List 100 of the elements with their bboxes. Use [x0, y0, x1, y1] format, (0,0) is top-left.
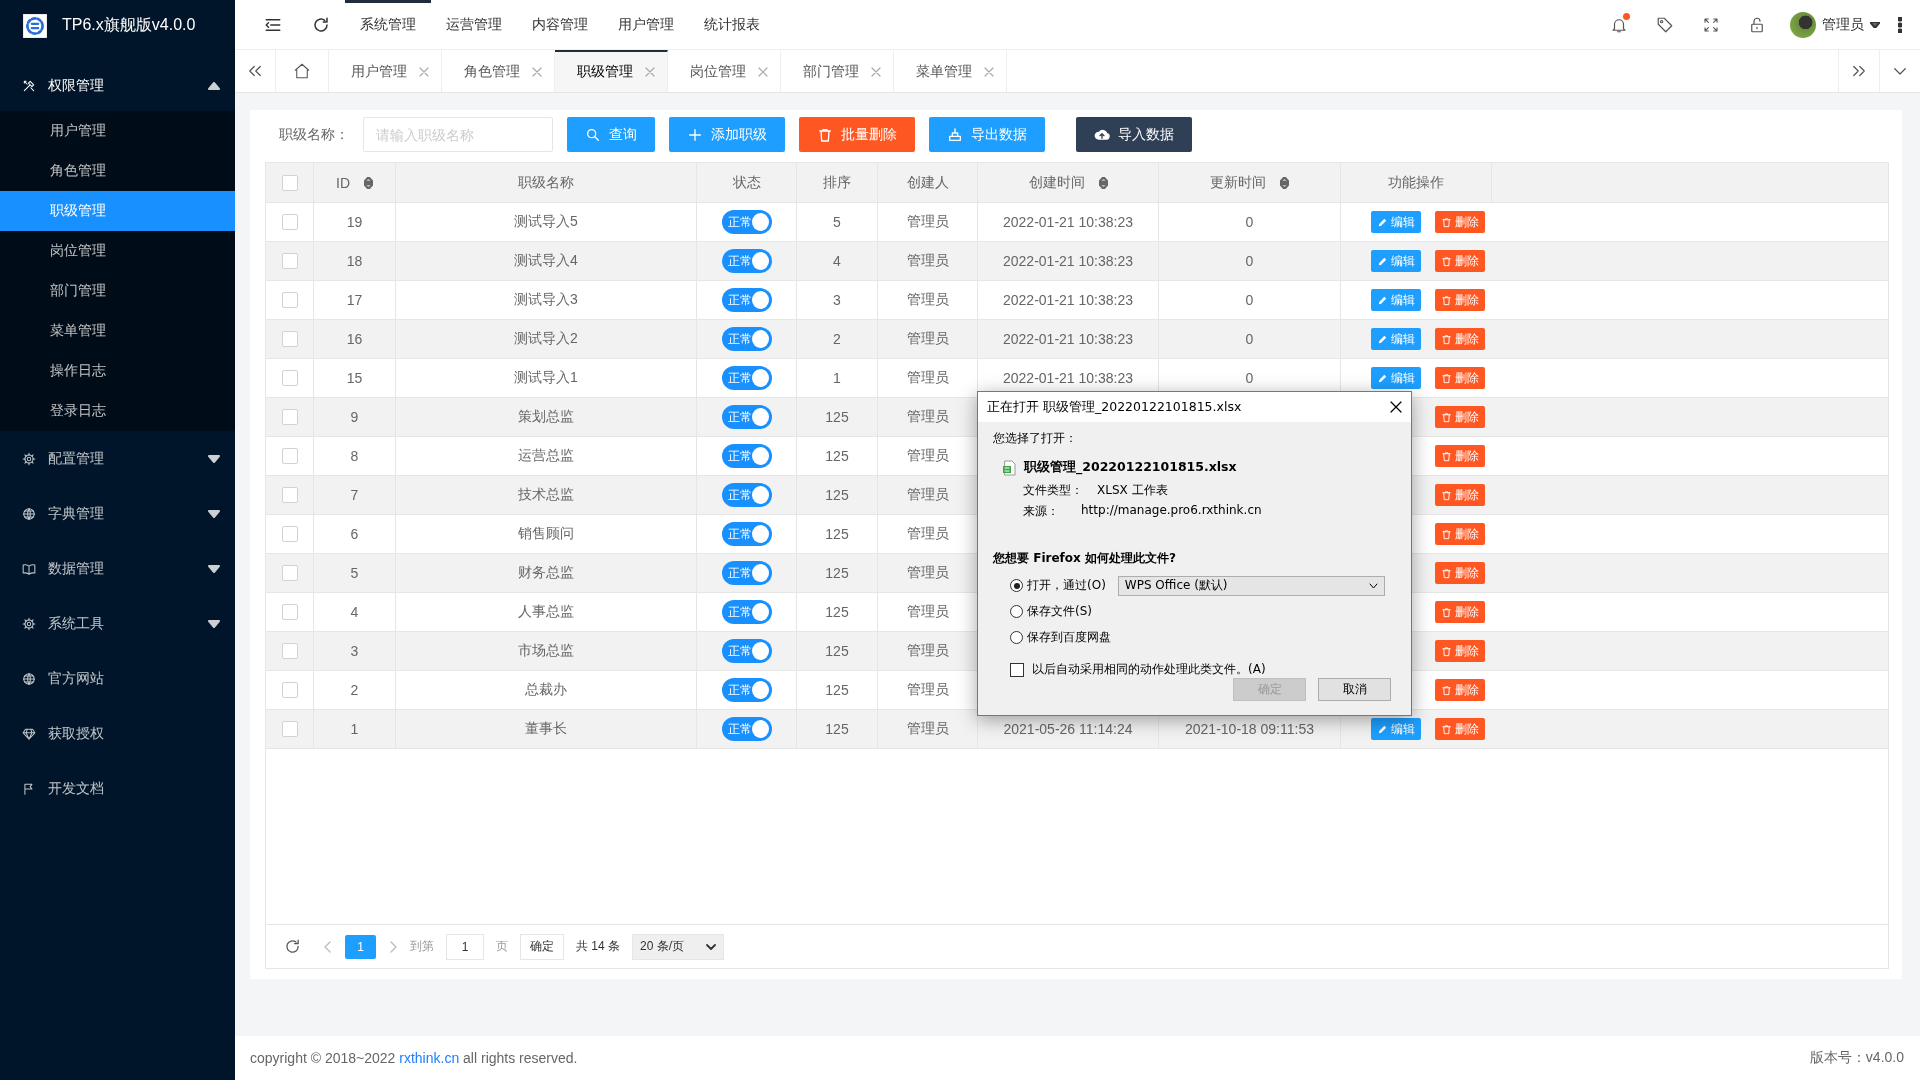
site-link[interactable]: rxthink.cn [399, 1050, 460, 1066]
checkbox-label[interactable]: 以后自动采用相同的动作处理此类文件。(A) [1032, 661, 1266, 678]
add-button[interactable]: 添加职级 [669, 117, 785, 152]
delete-button[interactable]: 删除 [1435, 328, 1485, 350]
sidebar-subitem[interactable]: 岗位管理 [0, 231, 235, 271]
refresh-icon[interactable] [284, 938, 301, 955]
status-toggle[interactable]: 正常 [721, 678, 772, 702]
sidebar-menu-item[interactable]: 字典管理 [0, 486, 235, 541]
close-icon[interactable] [1390, 401, 1402, 413]
status-toggle[interactable]: 正常 [721, 600, 772, 624]
page-button[interactable]: 1 [345, 934, 376, 959]
sidebar-menu-item[interactable]: 开发文档 [0, 761, 235, 816]
row-checkbox[interactable] [281, 682, 298, 698]
sidebar-subitem[interactable]: 菜单管理 [0, 311, 235, 351]
sidebar-menu-item[interactable]: 官方网站 [0, 651, 235, 706]
sidebar-menu-item[interactable]: 配置管理 [0, 431, 235, 486]
status-toggle[interactable]: 正常 [721, 249, 772, 273]
sidebar-subitem[interactable]: 部门管理 [0, 271, 235, 311]
search-button[interactable]: 查询 [567, 117, 655, 152]
more-icon[interactable] [1898, 16, 1902, 33]
sidebar-subitem[interactable]: 登录日志 [0, 391, 235, 431]
edit-button[interactable]: 编辑 [1371, 250, 1421, 272]
row-checkbox[interactable] [281, 253, 298, 269]
user-name[interactable]: 管理员 [1822, 15, 1864, 34]
delete-button[interactable]: 删除 [1435, 562, 1485, 584]
refresh-icon[interactable] [312, 15, 330, 34]
delete-button[interactable]: 删除 [1435, 718, 1485, 740]
delete-button[interactable]: 删除 [1435, 484, 1485, 506]
status-toggle[interactable]: 正常 [721, 561, 772, 585]
sidebar-menu-item[interactable]: 权限管理 [0, 61, 235, 111]
row-checkbox[interactable] [281, 409, 298, 425]
edit-button[interactable]: 编辑 [1371, 289, 1421, 311]
sidebar-subitem[interactable]: 操作日志 [0, 351, 235, 391]
top-nav-item[interactable]: 内容管理 [517, 0, 603, 49]
status-toggle[interactable]: 正常 [721, 405, 772, 429]
edit-button[interactable]: 编辑 [1371, 367, 1421, 389]
radio-label[interactable]: 保存文件(S) [1027, 603, 1092, 620]
lock-icon[interactable] [1748, 15, 1766, 34]
sidebar-menu-item[interactable]: 系统工具 [0, 596, 235, 651]
go-button[interactable]: 确定 [520, 933, 564, 960]
sidebar-menu-item[interactable]: 数据管理 [0, 541, 235, 596]
edit-button[interactable]: 编辑 [1371, 718, 1421, 740]
sidebar-menu-item[interactable]: 获取授权 [0, 706, 235, 761]
import-button[interactable]: 导入数据 [1076, 117, 1192, 152]
status-toggle[interactable]: 正常 [721, 288, 772, 312]
top-nav-item[interactable]: 用户管理 [603, 0, 689, 49]
row-checkbox[interactable] [281, 370, 298, 386]
row-checkbox[interactable] [281, 721, 298, 737]
delete-button[interactable]: 删除 [1435, 679, 1485, 701]
tab[interactable]: 岗位管理 [690, 63, 746, 81]
checkbox[interactable] [1010, 662, 1024, 677]
tab[interactable]: 角色管理 [464, 63, 520, 81]
row-checkbox[interactable] [281, 292, 298, 308]
top-nav-item[interactable]: 运营管理 [431, 0, 517, 49]
radio-label[interactable]: 打开，通过(O) [1027, 577, 1106, 594]
row-checkbox[interactable] [281, 604, 298, 620]
page-input[interactable]: 1 [446, 933, 484, 960]
status-toggle[interactable]: 正常 [721, 366, 772, 390]
row-checkbox[interactable] [281, 526, 298, 542]
delete-button[interactable]: 删除 [1435, 406, 1485, 428]
delete-button[interactable]: 删除 [1435, 289, 1485, 311]
delete-button[interactable]: 批量删除 [799, 117, 915, 152]
sidebar-subitem[interactable]: 用户管理 [0, 111, 235, 151]
export-button[interactable]: 导出数据 [929, 117, 1045, 152]
sidebar-subitem[interactable]: 角色管理 [0, 151, 235, 191]
delete-button[interactable]: 删除 [1435, 523, 1485, 545]
delete-button[interactable]: 删除 [1435, 601, 1485, 623]
fullscreen-icon[interactable] [1703, 16, 1719, 33]
delete-button[interactable]: 删除 [1435, 640, 1485, 662]
row-checkbox[interactable] [281, 448, 298, 464]
edit-button[interactable]: 编辑 [1371, 328, 1421, 350]
chevron-left-icon[interactable] [323, 940, 333, 953]
home-icon[interactable] [293, 62, 311, 80]
delete-button[interactable]: 删除 [1435, 445, 1485, 467]
tab[interactable]: 部门管理 [803, 63, 859, 81]
tab[interactable]: 用户管理 [351, 63, 407, 81]
status-toggle[interactable]: 正常 [721, 210, 772, 234]
chevron-right-icon[interactable] [388, 940, 398, 953]
select-all-checkbox[interactable] [281, 174, 298, 191]
sort-icon[interactable] [1098, 176, 1108, 189]
dialog-button[interactable]: 取消 [1318, 678, 1391, 701]
sort-icon[interactable] [364, 176, 373, 189]
delete-button[interactable]: 删除 [1435, 211, 1485, 233]
edit-button[interactable]: 编辑 [1371, 211, 1421, 233]
radio-button[interactable] [1010, 631, 1023, 644]
status-toggle[interactable]: 正常 [721, 483, 772, 507]
app-select[interactable]: WPS Office (默认) [1117, 575, 1385, 596]
row-checkbox[interactable] [281, 565, 298, 581]
status-toggle[interactable]: 正常 [721, 444, 772, 468]
row-checkbox[interactable] [281, 214, 298, 230]
delete-button[interactable]: 删除 [1435, 367, 1485, 389]
sort-icon[interactable] [1280, 176, 1289, 189]
top-nav-item[interactable]: 统计报表 [689, 0, 775, 49]
radio-label[interactable]: 保存到百度网盘 [1027, 629, 1111, 646]
row-checkbox[interactable] [281, 487, 298, 503]
row-checkbox[interactable] [281, 331, 298, 347]
radio-button[interactable] [1010, 579, 1023, 592]
status-toggle[interactable]: 正常 [721, 639, 772, 663]
status-toggle[interactable]: 正常 [721, 717, 772, 741]
radio-button[interactable] [1010, 605, 1023, 618]
